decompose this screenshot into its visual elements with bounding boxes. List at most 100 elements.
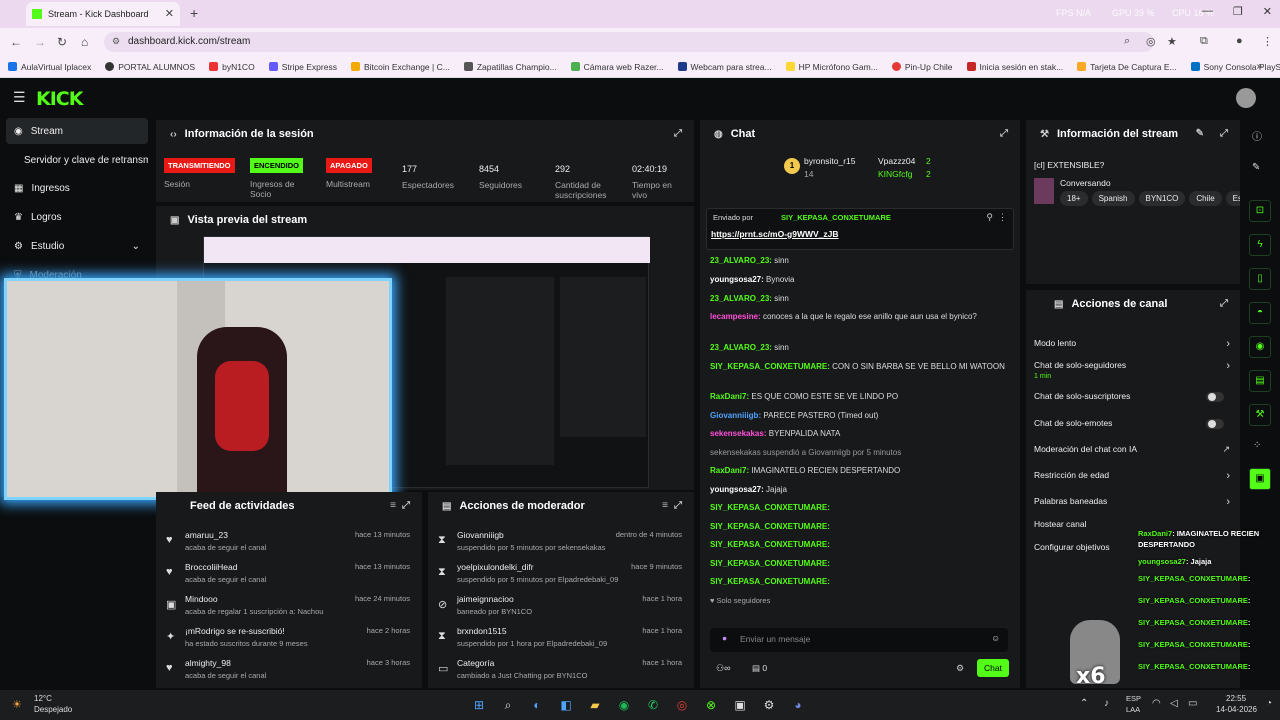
folder-icon[interactable]: ▰	[586, 696, 604, 714]
chat-input[interactable]: ● Enviar un mensaje ☺	[710, 628, 1008, 652]
pinned-link[interactable]: https://prnt.sc/mO-g9WWV_zJB	[711, 229, 839, 239]
rail-list-icon[interactable]: ▤	[1249, 370, 1271, 392]
rail-note-icon[interactable]: ▯	[1249, 268, 1271, 290]
action-slow-mode[interactable]: Modo lento ›	[1034, 338, 1230, 350]
session-info-panel: ‹› Información de la sesión ⤢ TRANSMITIEND…	[156, 120, 694, 202]
bookmark-item[interactable]: PORTAL ALUMNOS	[105, 62, 195, 72]
bookmark-item[interactable]: Webcam para strea...	[677, 62, 772, 72]
start-icon[interactable]: ⊞	[470, 696, 488, 714]
wifi-icon[interactable]: ◠	[1152, 698, 1161, 709]
forward-icon[interactable]: →	[34, 35, 46, 49]
expand-icon[interactable]: ⤢	[674, 500, 682, 511]
bookmark-item[interactable]: Stripe Express	[268, 62, 337, 72]
bookmark-item[interactable]: Tarjeta De Captura E...	[1077, 62, 1177, 72]
rail-bolt-icon[interactable]: ϟ	[1249, 234, 1271, 256]
bookmark-item[interactable]: AulaVirtual Iplacex	[8, 62, 91, 72]
rail-nodes-icon[interactable]: ⁘	[1253, 440, 1261, 451]
rail-active-icon[interactable]: ▣	[1249, 468, 1271, 490]
minimize-icon[interactable]: —	[1202, 5, 1213, 18]
filter-icon[interactable]: ≡	[662, 500, 668, 511]
action-subs-only[interactable]: Chat de solo-suscriptores	[1034, 391, 1230, 402]
profile-icon[interactable]: ●	[1236, 35, 1243, 47]
language-indicator[interactable]: ESP	[1126, 694, 1141, 703]
expand-icon[interactable]: ⤢	[674, 128, 682, 139]
expand-icon[interactable]: ⤢	[1220, 128, 1228, 139]
send-chat-button[interactable]: Chat	[977, 659, 1009, 677]
bookmark-item[interactable]: Pin-Up Chile	[891, 62, 953, 72]
subs-only-toggle[interactable]	[1206, 392, 1224, 402]
discord-icon[interactable]: ◕	[789, 696, 807, 714]
menu-dots-icon[interactable]: ⋮	[1262, 35, 1273, 48]
more-options-icon[interactable]: ⋮	[998, 212, 1007, 223]
expand-icon[interactable]: ⤢	[402, 500, 410, 511]
emoji-icon[interactable]: ☺	[991, 633, 1000, 643]
home-icon[interactable]: ⌂	[81, 35, 88, 49]
expand-icon[interactable]: ⤢	[1000, 128, 1008, 139]
whatsapp-icon[interactable]: ✆	[644, 696, 662, 714]
volume-icon[interactable]: ◁	[1170, 698, 1178, 709]
sidebar-item-logros[interactable]: ♛ Logros	[6, 204, 148, 230]
rail-broadcast-icon[interactable]: ◉	[1249, 336, 1271, 358]
edge-icon[interactable]: ◐	[528, 696, 546, 714]
spotify-icon[interactable]: ◉	[615, 696, 633, 714]
microphone-icon[interactable]: ●	[722, 633, 727, 643]
action-banned-words[interactable]: Palabras baneadas ›	[1034, 496, 1230, 508]
store-icon[interactable]: ◧	[557, 696, 575, 714]
browser-tab[interactable]: Stream - Kick Dashboard ✕	[26, 2, 180, 26]
chat-viewers-icon[interactable]: ⚇∞	[716, 663, 730, 674]
user-avatar[interactable]	[1236, 88, 1256, 108]
bookmark-item[interactable]: Inicia sesión en stak...	[966, 62, 1063, 72]
kick-logo[interactable]: KICK	[36, 88, 83, 110]
sidebar-item-estudio[interactable]: ⚙ Estudio ⌄	[6, 233, 148, 259]
rail-tool-icon[interactable]: ⚒	[1249, 404, 1271, 426]
battery-icon[interactable]: ▭	[1188, 698, 1197, 709]
bookmark-item[interactable]: Bitcoin Exchange | C...	[350, 62, 450, 72]
emotes-only-toggle[interactable]	[1206, 419, 1224, 429]
bookmark-item[interactable]: Cámara web Razer...	[570, 62, 664, 72]
bookmark-item[interactable]: Zapatillas Champio...	[463, 62, 557, 72]
xbox-icon[interactable]: ⊗	[702, 696, 720, 714]
close-window-icon[interactable]: ✕	[1263, 5, 1272, 18]
eye-off-icon[interactable]: ◎	[1146, 35, 1156, 48]
obs-icon[interactable]: ▣	[731, 696, 749, 714]
clock-time[interactable]: 22:55	[1226, 694, 1246, 703]
tray-chevron-icon[interactable]: ⌃	[1080, 698, 1088, 709]
close-tab-icon[interactable]: ✕	[165, 7, 174, 20]
new-tab-button[interactable]: +	[190, 5, 198, 21]
pin-icon[interactable]: ⚲	[986, 212, 993, 223]
rail-chat-icon[interactable]: ◓	[1249, 302, 1271, 324]
hamburger-menu-icon[interactable]: ☰	[13, 89, 26, 106]
bookmark-star-icon[interactable]: ★	[1167, 35, 1177, 48]
url-field[interactable]: ⚙ dashboard.kick.com/stream	[104, 32, 1154, 52]
sidebar-item-ingresos[interactable]: ▦ Ingresos	[6, 175, 148, 201]
expand-icon[interactable]: ⤢	[1220, 298, 1228, 309]
reload-icon[interactable]: ↻	[57, 35, 67, 49]
chat-settings-icon[interactable]: ⚙	[956, 663, 964, 674]
action-followers-only[interactable]: Chat de solo-seguidores 1 min ›	[1034, 360, 1230, 380]
extensions-icon[interactable]: ⧉	[1200, 35, 1208, 48]
notifications-icon[interactable]: ◔	[1266, 698, 1272, 709]
action-emotes-only[interactable]: Chat de solo-emotes	[1034, 418, 1230, 429]
action-age-restriction[interactable]: Restricción de edad ›	[1034, 470, 1230, 482]
sidebar-item-stream[interactable]: ◉ Stream	[6, 118, 148, 144]
bookmark-item[interactable]: byN1CO	[209, 62, 255, 72]
bookmark-item[interactable]: HP Micrófono Gam...	[785, 62, 878, 72]
maximize-icon[interactable]: ❐	[1233, 5, 1243, 18]
info-circle-icon[interactable]: ⓘ	[1252, 128, 1262, 143]
steam-icon[interactable]: ⚙	[760, 696, 778, 714]
sidebar-item-server-key[interactable]: Servidor y clave de retransmisión	[6, 147, 148, 173]
search-icon[interactable]: ⌕	[499, 696, 517, 714]
rail-camera-icon[interactable]: ⊡	[1249, 200, 1271, 222]
edit-icon[interactable]: ✎	[1196, 128, 1204, 139]
chrome-icon[interactable]: ◎	[673, 696, 691, 714]
action-ai-moderation[interactable]: Moderación del chat con IA ↗	[1034, 444, 1230, 454]
pencil-icon[interactable]: ✎	[1252, 162, 1260, 173]
mic-tray-icon[interactable]: ♪	[1104, 698, 1109, 709]
mod-row: ⧗ Giovanniiigb suspendido por 5 minutos po…	[438, 530, 682, 552]
filter-icon[interactable]: ≡	[390, 500, 396, 511]
back-icon[interactable]: ←	[10, 35, 22, 49]
bookmark-item[interactable]: Sony Consola PlaySt...	[1190, 62, 1280, 72]
more-bookmarks-icon[interactable]: »	[1256, 61, 1262, 72]
zoom-icon[interactable]: ⌕	[1124, 35, 1130, 48]
site-info-icon[interactable]: ⚙	[112, 36, 120, 47]
